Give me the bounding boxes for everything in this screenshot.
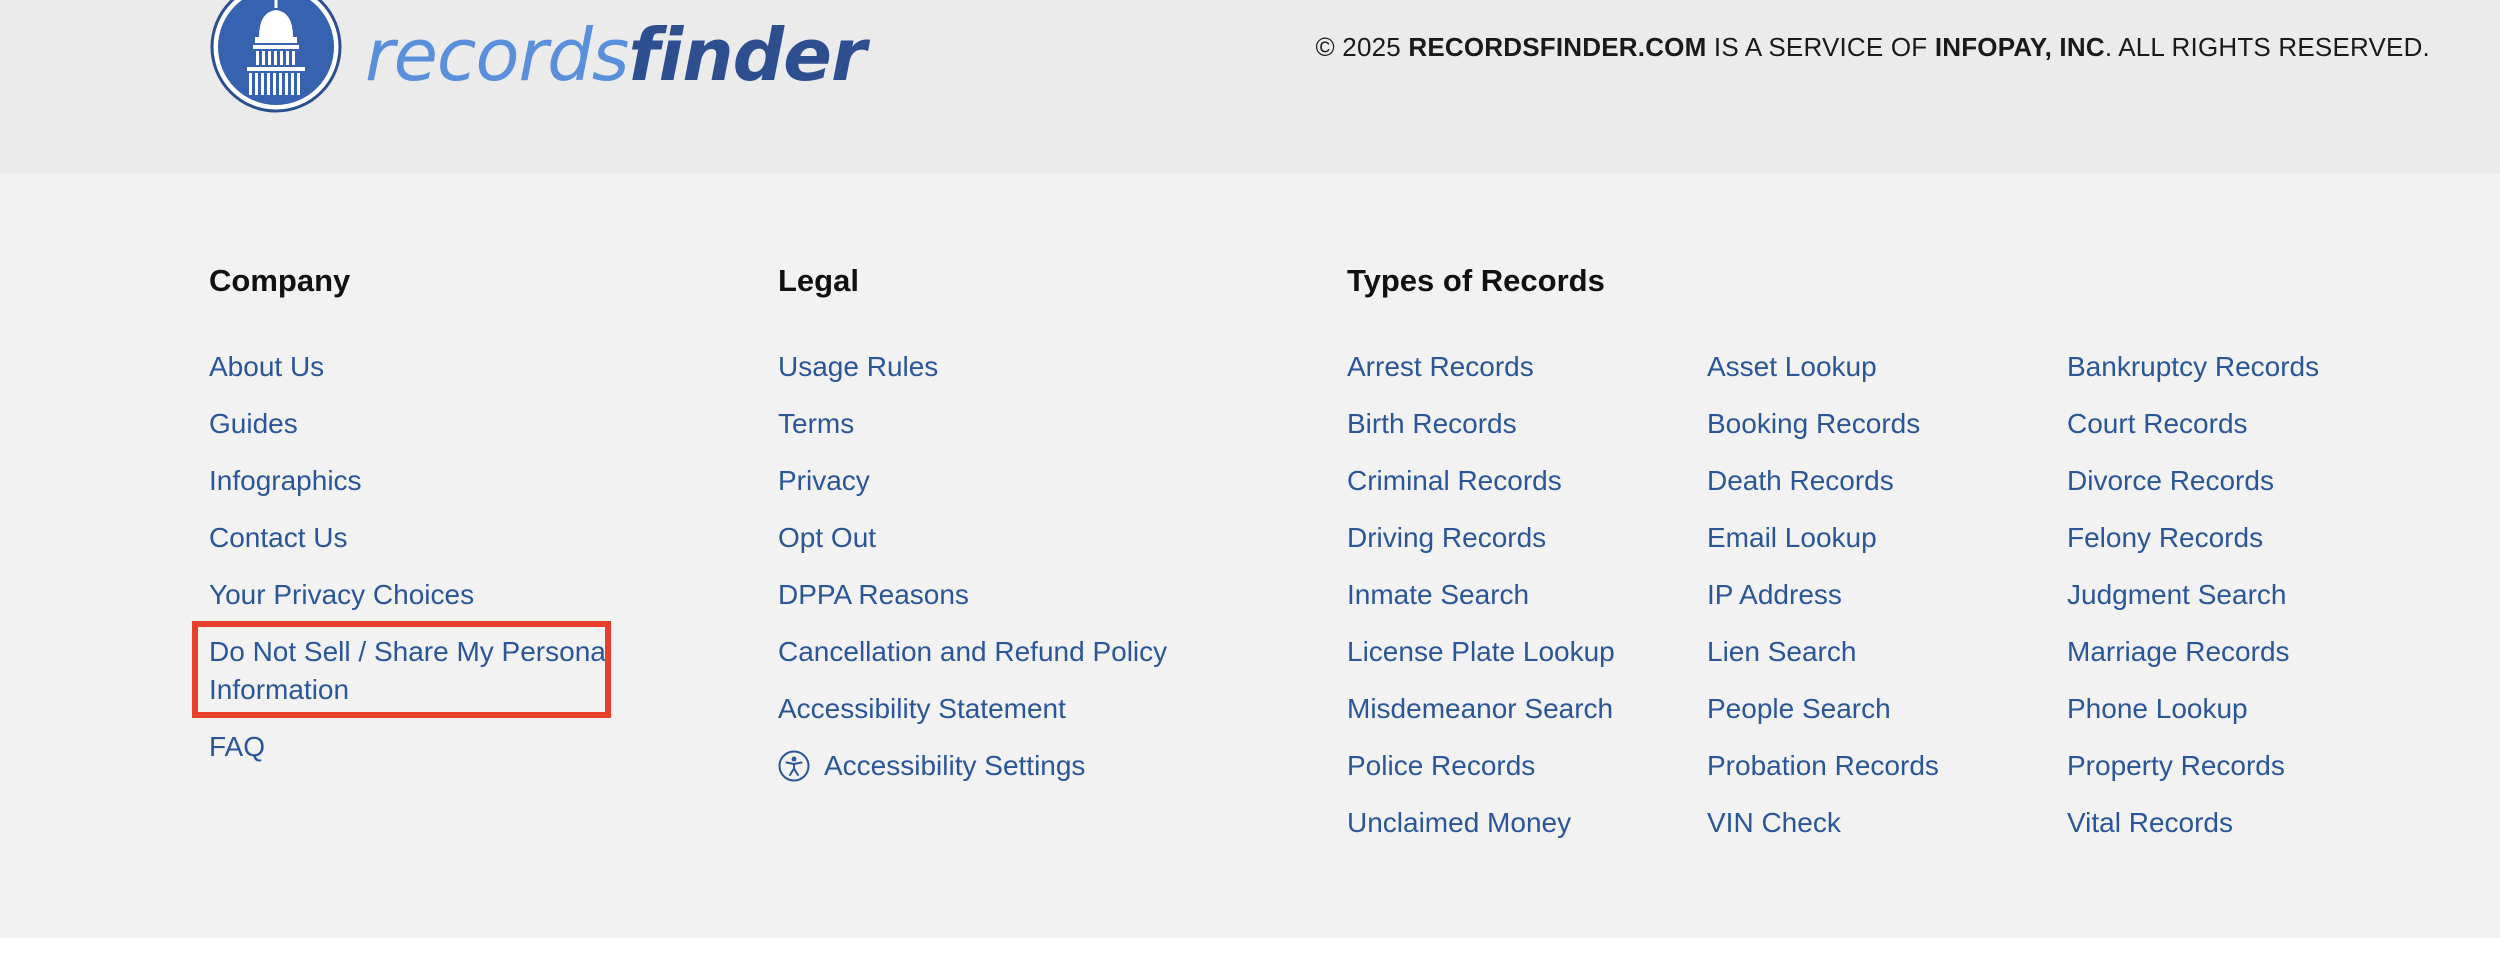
types-heading: Types of Records <box>1347 263 1605 298</box>
types-subcolumn-1: Arrest Records Birth Records Criminal Re… <box>1347 348 1707 861</box>
link-court-records[interactable]: Court Records <box>2067 405 2397 443</box>
link-judgment-search[interactable]: Judgment Search <box>2067 576 2397 614</box>
link-vital-records[interactable]: Vital Records <box>2067 804 2397 842</box>
link-unclaimed-money[interactable]: Unclaimed Money <box>1347 804 1707 842</box>
link-marriage-records[interactable]: Marriage Records <box>2067 633 2397 671</box>
link-dppa-reasons[interactable]: DPPA Reasons <box>778 576 1298 614</box>
link-ip-address[interactable]: IP Address <box>1707 576 2067 614</box>
link-death-records[interactable]: Death Records <box>1707 462 2067 500</box>
link-misdemeanor-search[interactable]: Misdemeanor Search <box>1347 690 1707 728</box>
copyright-prefix: © 2025 <box>1315 32 1409 62</box>
legal-heading: Legal <box>778 263 859 298</box>
link-do-not-sell-share[interactable]: Do Not Sell / Share My Personal Informat… <box>209 633 619 709</box>
link-faq[interactable]: FAQ <box>209 728 619 766</box>
types-of-records-column: Types of Records Arrest Records Birth Re… <box>1347 260 2397 861</box>
accessibility-settings-label: Accessibility Settings <box>824 750 1086 781</box>
link-police-records[interactable]: Police Records <box>1347 747 1707 785</box>
link-property-records[interactable]: Property Records <box>2067 747 2397 785</box>
link-email-lookup[interactable]: Email Lookup <box>1707 519 2067 557</box>
accessibility-settings-button[interactable]: Accessibility Settings <box>778 747 1298 785</box>
company-links: About Us Guides Infographics Contact Us … <box>209 348 619 766</box>
link-accessibility-statement[interactable]: Accessibility Statement <box>778 690 1298 728</box>
link-terms[interactable]: Terms <box>778 405 1298 443</box>
link-vin-check[interactable]: VIN Check <box>1707 804 2067 842</box>
link-about-us[interactable]: About Us <box>209 348 619 386</box>
company-heading: Company <box>209 263 351 298</box>
types-subcolumn-2: Asset Lookup Booking Records Death Recor… <box>1707 348 2067 861</box>
logo-wordmark: recordsfinder <box>365 19 867 91</box>
logo-word-records: records <box>365 12 629 97</box>
link-divorce-records[interactable]: Divorce Records <box>2067 462 2397 500</box>
link-people-search[interactable]: People Search <box>1707 690 2067 728</box>
types-grid: Arrest Records Birth Records Criminal Re… <box>1347 348 2397 861</box>
link-felony-records[interactable]: Felony Records <box>2067 519 2397 557</box>
link-contact-us[interactable]: Contact Us <box>209 519 619 557</box>
link-infographics[interactable]: Infographics <box>209 462 619 500</box>
copyright-notice: © 2025 RECORDSFINDER.COM IS A SERVICE OF… <box>1316 32 2430 63</box>
link-usage-rules[interactable]: Usage Rules <box>778 348 1298 386</box>
link-inmate-search[interactable]: Inmate Search <box>1347 576 1707 614</box>
link-privacy[interactable]: Privacy <box>778 462 1298 500</box>
link-lien-search[interactable]: Lien Search <box>1707 633 2067 671</box>
link-asset-lookup[interactable]: Asset Lookup <box>1707 348 2067 386</box>
copyright-company: INFOPAY, INC <box>1934 32 2105 62</box>
company-column: Company About Us Guides Infographics Con… <box>209 260 619 785</box>
accessibility-person-icon <box>778 750 810 782</box>
copyright-middle: IS A SERVICE OF <box>1706 32 1935 62</box>
link-booking-records[interactable]: Booking Records <box>1707 405 2067 443</box>
link-license-plate-lookup[interactable]: License Plate Lookup <box>1347 633 1707 671</box>
capitol-building-icon <box>210 0 342 113</box>
link-cancellation-refund-policy[interactable]: Cancellation and Refund Policy <box>778 633 1298 671</box>
footer-links-section: Company About Us Guides Infographics Con… <box>0 174 2500 938</box>
copyright-site: RECORDSFINDER.COM <box>1408 32 1707 62</box>
legal-column: Legal Usage Rules Terms Privacy Opt Out … <box>778 260 1298 804</box>
types-subcolumn-3: Bankruptcy Records Court Records Divorce… <box>2067 348 2397 861</box>
link-driving-records[interactable]: Driving Records <box>1347 519 1707 557</box>
footer-top-band: recordsfinder © 2025 RECORDSFINDER.COM I… <box>0 0 2500 174</box>
legal-links: Usage Rules Terms Privacy Opt Out DPPA R… <box>778 348 1298 785</box>
link-criminal-records[interactable]: Criminal Records <box>1347 462 1707 500</box>
link-arrest-records[interactable]: Arrest Records <box>1347 348 1707 386</box>
link-your-privacy-choices[interactable]: Your Privacy Choices <box>209 576 619 614</box>
recordsfinder-logo[interactable]: recordsfinder <box>209 0 867 117</box>
link-opt-out[interactable]: Opt Out <box>778 519 1298 557</box>
copyright-suffix: . ALL RIGHTS RESERVED. <box>2104 32 2430 62</box>
link-probation-records[interactable]: Probation Records <box>1707 747 2067 785</box>
link-phone-lookup[interactable]: Phone Lookup <box>2067 690 2397 728</box>
logo-word-finder: finder <box>628 12 866 97</box>
link-bankruptcy-records[interactable]: Bankruptcy Records <box>2067 348 2397 386</box>
link-birth-records[interactable]: Birth Records <box>1347 405 1707 443</box>
link-guides[interactable]: Guides <box>209 405 619 443</box>
